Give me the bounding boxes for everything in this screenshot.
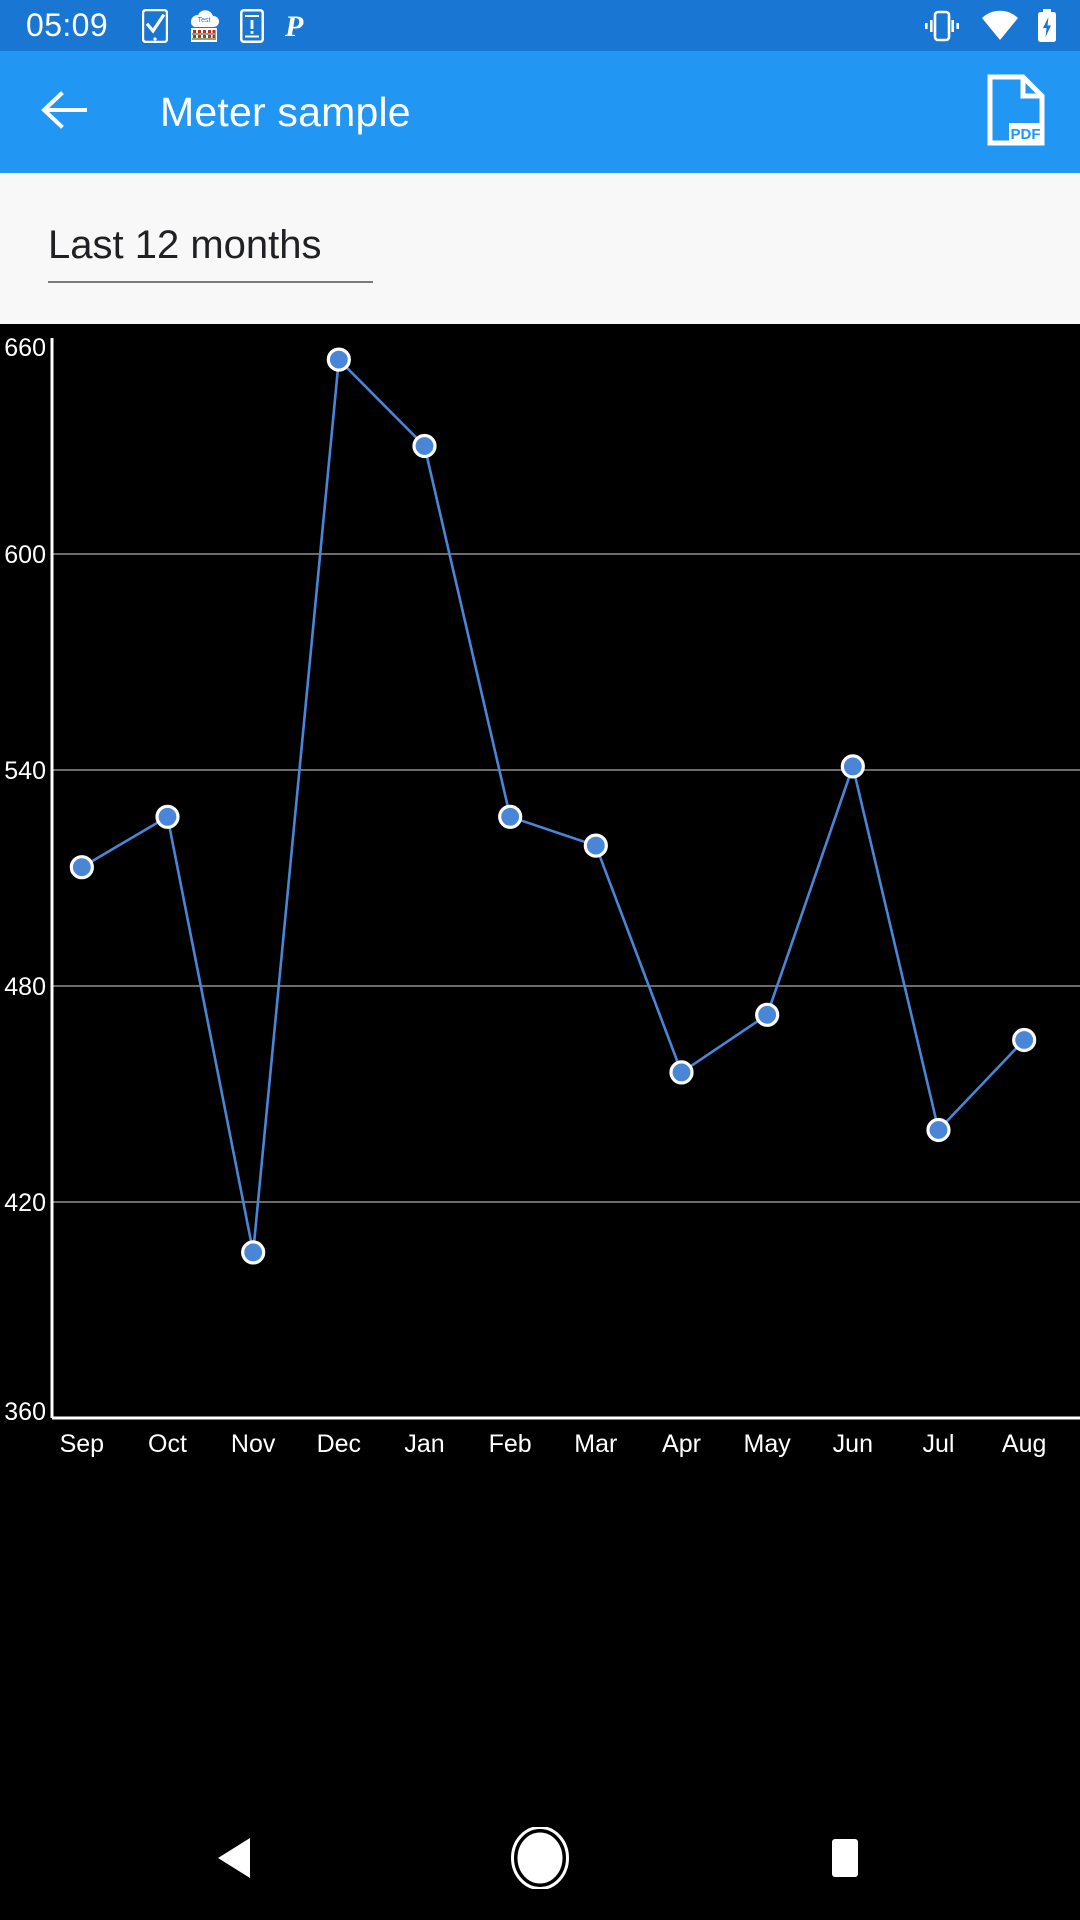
x-axis-tick-label: Sep [60, 1430, 104, 1458]
status-bar: 05:09 Test P [0, 0, 1080, 51]
x-axis-tick-label: May [744, 1430, 792, 1458]
range-select[interactable]: Last 12 months [48, 221, 373, 283]
parking-p-icon: P [284, 9, 306, 43]
task-check-phone-icon [142, 8, 169, 43]
page-title: Meter sample [160, 88, 411, 135]
range-select-value: Last 12 months [48, 223, 322, 267]
x-axis-tick-label: Apr [662, 1430, 701, 1458]
y-axis-tick-label: 540 [4, 757, 46, 785]
line-chart: 360 420 480 540 600 660 Sep Oct Nov Dec Jan Feb Mar… [0, 324, 1080, 1800]
data-point-marker[interactable] [326, 347, 351, 372]
y-axis-tick-label: 480 [4, 973, 46, 1001]
nav-recents-button[interactable] [765, 1800, 925, 1920]
nav-home-button[interactable] [460, 1800, 620, 1920]
vibrate-icon [920, 10, 964, 42]
phone-alert-icon [240, 8, 265, 43]
y-axis-tick-label: 600 [4, 541, 46, 569]
status-clock: 05:09 [26, 7, 109, 43]
data-point-marker[interactable] [155, 804, 180, 829]
svg-text:PDF: PDF [1011, 126, 1041, 143]
triangle-back-icon [214, 1834, 256, 1887]
y-axis-tick-label: 420 [4, 1189, 46, 1217]
x-axis-tick-label: Oct [148, 1430, 187, 1458]
data-point-marker[interactable] [755, 1002, 780, 1027]
range-selector-strip: Last 12 months [0, 173, 1080, 324]
system-navigation-bar [0, 1800, 1080, 1920]
export-pdf-button[interactable]: PDF [980, 74, 1052, 151]
chart-canvas: 360 420 480 540 600 660 Sep Oct Nov Dec Jan Feb Mar… [0, 324, 1080, 1800]
svg-text:Test: Test [198, 17, 211, 24]
x-axis-tick-label: Jun [833, 1430, 873, 1458]
pdf-document-icon: PDF [985, 74, 1047, 151]
svg-text:P: P [284, 10, 304, 43]
nav-back-button[interactable] [155, 1800, 315, 1920]
test-sim-card-icon: Test [188, 9, 220, 43]
x-axis-tick-label: Dec [317, 1430, 361, 1458]
square-recents-icon [825, 1836, 865, 1885]
arrow-left-icon [41, 90, 91, 135]
data-point-marker[interactable] [69, 855, 94, 880]
battery-charging-icon [1036, 8, 1058, 43]
back-button[interactable] [34, 80, 98, 144]
y-axis-tick-label: 360 [4, 1398, 46, 1426]
app-bar: Meter sample PDF [0, 51, 1080, 173]
wifi-icon [980, 10, 1020, 42]
x-axis-tick-label: Aug [1002, 1430, 1046, 1458]
x-axis-tick-label: Jul [923, 1430, 955, 1458]
data-point-marker[interactable] [926, 1117, 951, 1143]
data-point-marker[interactable] [583, 833, 608, 858]
y-axis-tick-label: 660 [4, 334, 46, 362]
chart-background [0, 324, 1080, 1800]
x-axis-tick-label: Nov [231, 1430, 276, 1458]
status-bar-system-icons [920, 8, 1058, 43]
x-axis-tick-label: Jan [404, 1430, 444, 1458]
data-point-marker[interactable] [241, 1240, 266, 1265]
data-point-marker[interactable] [669, 1060, 694, 1085]
data-point-marker[interactable] [412, 433, 437, 459]
x-axis-tick-label: Feb [489, 1430, 532, 1458]
status-bar-notification-icons: Test P [142, 8, 306, 43]
data-point-marker[interactable] [840, 754, 865, 779]
data-point-marker[interactable] [498, 804, 523, 829]
data-point-marker[interactable] [1012, 1027, 1037, 1053]
circle-home-icon [511, 1825, 569, 1894]
x-axis-tick-label: Mar [574, 1430, 617, 1458]
